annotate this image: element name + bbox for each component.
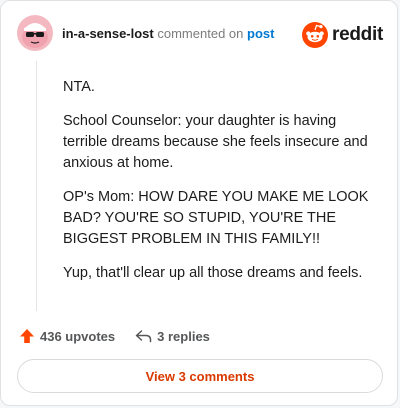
upvote-count: 436 upvotes bbox=[40, 328, 116, 344]
comment-paragraph: NTA. bbox=[63, 79, 95, 95]
replies-count: 3 replies bbox=[157, 328, 210, 344]
avatar-icon bbox=[17, 15, 53, 51]
comment-actions: 436 upvotes 3 replies bbox=[19, 325, 210, 347]
post-link[interactable]: post bbox=[247, 26, 274, 41]
comment-paragraph: Yup, that'll clear up all those dreams a… bbox=[63, 265, 363, 281]
comment-paragraph: School Counselor: your daughter is havin… bbox=[63, 113, 368, 171]
reply-arrow-icon bbox=[135, 330, 152, 343]
replies-button[interactable]: 3 replies bbox=[135, 328, 210, 344]
reddit-logo[interactable]: reddit bbox=[302, 21, 383, 49]
comment-card: in-a-sense-lost commented on post reddit… bbox=[0, 0, 398, 406]
comment-header: in-a-sense-lost commented on post reddit bbox=[17, 15, 383, 55]
action-text: commented on bbox=[157, 26, 244, 41]
upvote-button[interactable]: 436 upvotes bbox=[19, 328, 115, 344]
comment-body: NTA. School Counselor: your daughter is … bbox=[63, 77, 379, 297]
comment-paragraph: OP's Mom: HOW DARE YOU MAKE ME LOOK BAD?… bbox=[63, 189, 369, 247]
user-avatar[interactable] bbox=[17, 15, 53, 51]
thread-line bbox=[36, 61, 37, 311]
username-link[interactable]: in-a-sense-lost bbox=[62, 26, 154, 41]
view-comments-button[interactable]: View 3 comments bbox=[17, 359, 383, 393]
reddit-wordmark: reddit bbox=[332, 24, 383, 45]
comment-byline: in-a-sense-lost commented on post bbox=[62, 26, 274, 41]
reddit-snoo-icon bbox=[302, 22, 329, 48]
upvote-arrow-icon bbox=[20, 329, 34, 343]
